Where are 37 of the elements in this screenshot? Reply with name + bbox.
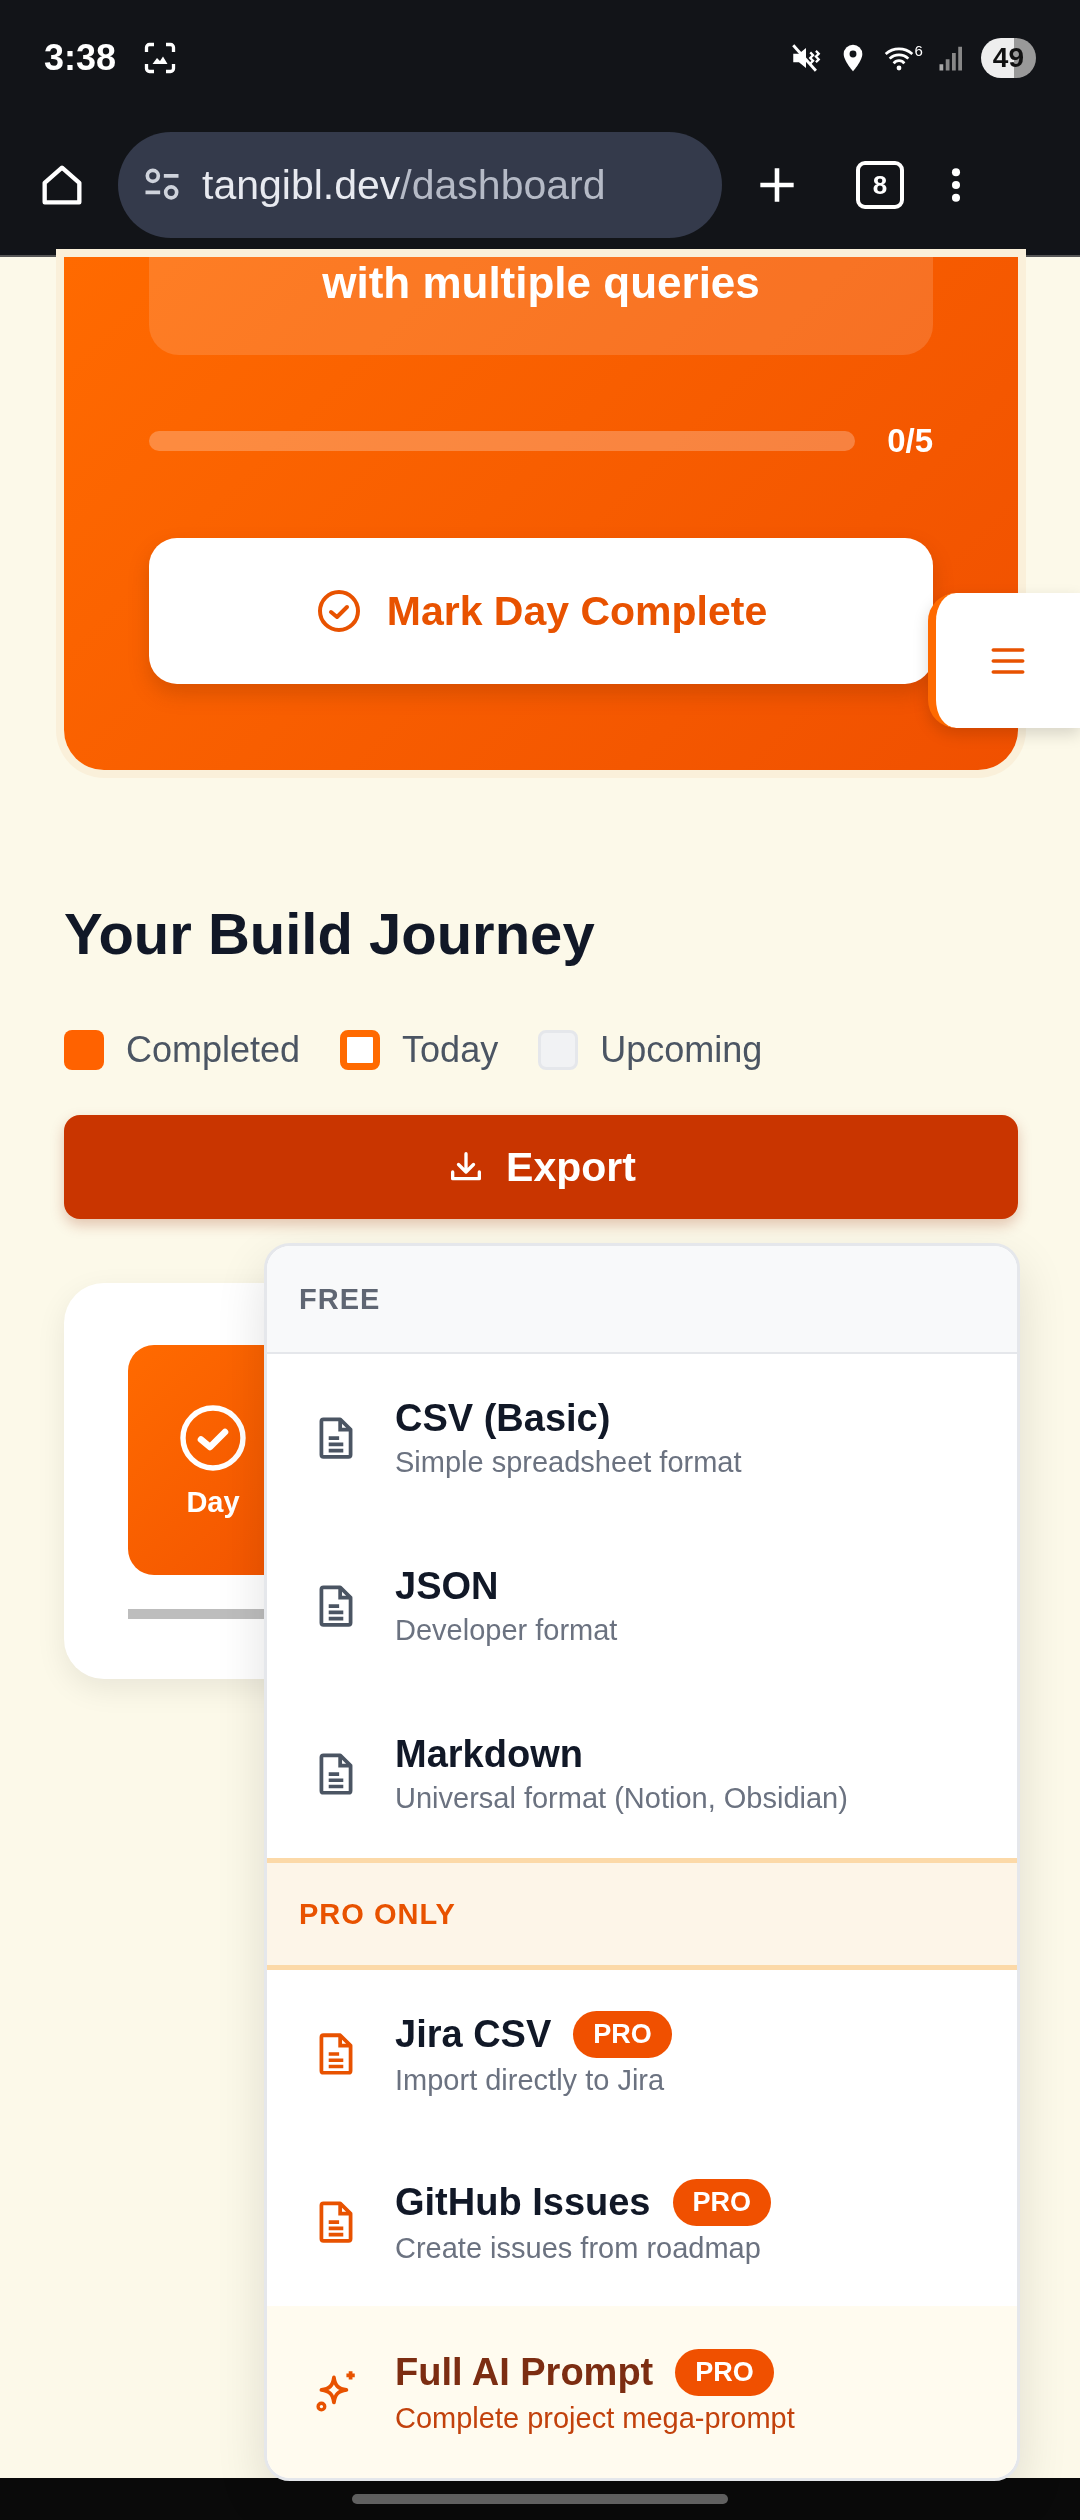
legend-label: Upcoming xyxy=(600,1029,763,1071)
export-option[interactable]: Jira CSV PRO Import directly to Jira xyxy=(267,1970,1017,2138)
pro-badge: PRO xyxy=(573,2011,672,2058)
pro-badge: PRO xyxy=(675,2349,774,2396)
option-title: CSV (Basic) xyxy=(395,1397,611,1440)
option-title: JSON xyxy=(395,1565,499,1608)
option-description: Import directly to Jira xyxy=(395,2064,666,2097)
option-title: Full AI Prompt xyxy=(395,2351,654,2394)
export-option[interactable]: Markdown Universal format (Notion, Obsidian) xyxy=(267,1690,1017,1858)
legend-label: Completed xyxy=(126,1029,301,1071)
option-description: Simple spreadsheet format xyxy=(395,1446,742,1479)
mark-complete-button[interactable]: Mark Day Complete xyxy=(149,538,933,684)
option-description: Complete project mega-prompt xyxy=(395,2402,795,2435)
option-title: Markdown xyxy=(395,1733,583,1776)
section-title: Your Build Journey xyxy=(64,900,596,967)
export-option[interactable]: GitHub Issues PRO Create issues from roadmap xyxy=(267,2138,1017,2306)
url-text: tangibl.dev/dashboard xyxy=(202,161,606,209)
menu-tab-button[interactable] xyxy=(928,593,1080,728)
section-label: FREE xyxy=(299,1282,381,1316)
legend-swatch xyxy=(340,1030,381,1070)
tab-count-button[interactable]: 8 xyxy=(856,161,904,209)
option-title: GitHub Issues xyxy=(395,2181,651,2224)
legend-swatch xyxy=(64,1030,104,1070)
section-label: PRO ONLY xyxy=(299,1897,456,1931)
battery-indicator: 49 xyxy=(980,37,1036,78)
task-text: with multiple queries xyxy=(322,259,760,309)
pro-badge: PRO xyxy=(672,2179,771,2226)
export-button[interactable]: Export xyxy=(64,1115,1018,1219)
option-description: Universal format (Notion, Obsidian) xyxy=(395,1782,848,1815)
progress-count: 0/5 xyxy=(887,422,933,460)
option-description: Create issues from roadmap xyxy=(395,2232,762,2265)
legend-label: Today xyxy=(402,1029,499,1071)
address-bar[interactable]: tangibl.dev/dashboard xyxy=(118,132,722,238)
clock-time: 3:38 xyxy=(44,36,117,79)
option-title: Jira CSV xyxy=(395,2013,552,2056)
option-description: Developer format xyxy=(395,1614,618,1647)
day-label: Day xyxy=(186,1485,240,1519)
